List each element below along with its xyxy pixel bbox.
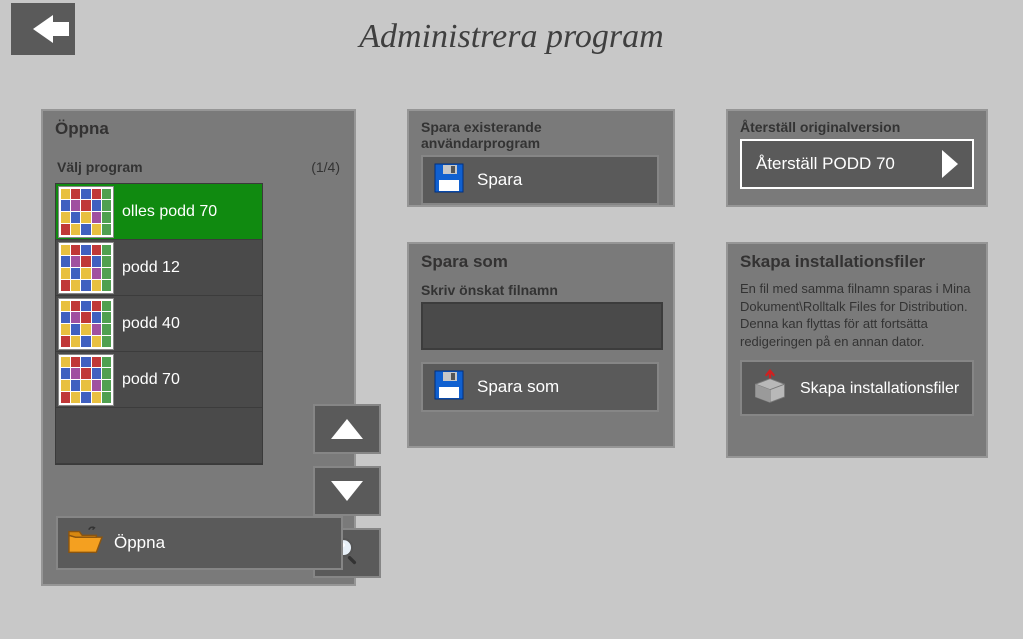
installer-title: Skapa installationsfiler [740, 252, 974, 272]
restore-title: Återställ originalversion [740, 119, 974, 135]
installer-description: En fil med samma filnamn sparas i Mina D… [740, 280, 974, 350]
floppy-disk-icon [433, 369, 465, 406]
program-list-item[interactable]: podd 40 [56, 296, 262, 352]
program-thumbnail [58, 298, 114, 350]
restore-button-label: Återställ PODD 70 [756, 154, 895, 174]
floppy-disk-icon [433, 162, 465, 199]
save-as-title: Spara som [421, 252, 661, 272]
program-list-item[interactable]: podd 70 [56, 352, 262, 408]
installer-panel: Skapa installationsfiler En fil med samm… [726, 242, 988, 458]
program-label: olles podd 70 [122, 203, 217, 221]
program-list-item[interactable]: olles podd 70 [56, 184, 262, 240]
create-installer-button[interactable]: Skapa installationsfiler [740, 360, 974, 416]
scroll-up-button[interactable] [313, 404, 381, 454]
triangle-down-icon [331, 481, 363, 501]
filename-label: Skriv önskat filnamn [421, 282, 661, 298]
save-existing-title: Spara existerande användarprogram [421, 119, 661, 151]
program-thumbnail [58, 242, 114, 294]
restore-panel: Återställ originalversion Återställ PODD… [726, 109, 988, 207]
program-label: podd 70 [122, 371, 180, 389]
program-thumbnail [58, 186, 114, 238]
save-button-label: Spara [477, 170, 522, 190]
program-label: podd 40 [122, 315, 180, 333]
save-button[interactable]: Spara [421, 155, 659, 205]
program-label: podd 12 [122, 259, 180, 277]
open-panel: Öppna Välj program (1/4) olles podd 70 p… [41, 109, 356, 586]
restore-button[interactable]: Återställ PODD 70 [740, 139, 974, 189]
program-list-item[interactable]: podd 12 [56, 240, 262, 296]
folder-open-icon [66, 524, 104, 563]
choose-program-label: Välj program [57, 159, 143, 175]
save-as-button-label: Spara som [477, 377, 559, 397]
program-thumbnail [58, 354, 114, 406]
scroll-down-button[interactable] [313, 466, 381, 516]
choose-program-header: Välj program (1/4) [55, 159, 342, 175]
save-as-panel: Spara som Skriv önskat filnamn Spara som [407, 242, 675, 448]
save-as-button[interactable]: Spara som [421, 362, 659, 412]
package-box-icon [750, 367, 790, 410]
open-button-label: Öppna [114, 533, 165, 553]
open-button[interactable]: Öppna [56, 516, 343, 570]
triangle-right-icon [942, 150, 958, 178]
page-indicator: (1/4) [311, 159, 340, 175]
open-panel-title: Öppna [55, 119, 342, 139]
triangle-up-icon [331, 419, 363, 439]
program-list: olles podd 70 podd 12 podd 40 podd 70 [55, 183, 263, 465]
save-existing-panel: Spara existerande användarprogram Spara [407, 109, 675, 207]
filename-input[interactable] [421, 302, 663, 350]
program-list-item-empty [56, 408, 262, 464]
page-title: Administrera program [0, 18, 1023, 56]
create-installer-button-label: Skapa installationsfiler [800, 379, 959, 398]
